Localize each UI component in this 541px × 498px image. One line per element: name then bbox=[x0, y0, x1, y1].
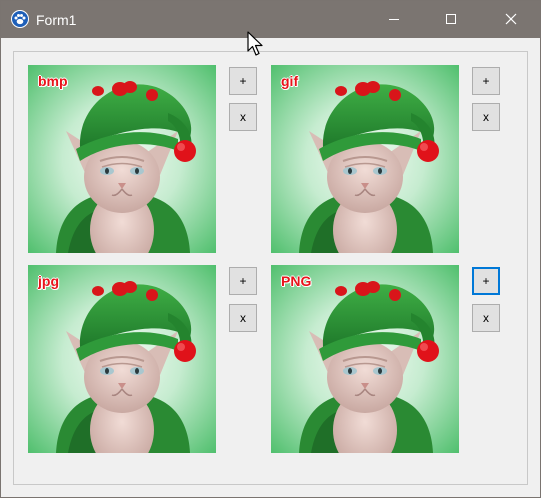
window-title: Form1 bbox=[36, 12, 77, 28]
format-label: PNG bbox=[281, 273, 312, 289]
format-label: gif bbox=[281, 73, 299, 89]
maximize-button[interactable] bbox=[428, 1, 474, 38]
picture-box-png: PNG bbox=[271, 265, 459, 453]
app-window: Form1 bmp + x gif + x jpg + x PNG + x bbox=[0, 0, 541, 498]
sphynx-cat-image bbox=[271, 265, 459, 453]
format-label: jpg bbox=[38, 273, 59, 289]
remove-button-png[interactable]: x bbox=[472, 304, 500, 332]
sphynx-cat-image bbox=[28, 65, 216, 253]
minimize-button[interactable] bbox=[371, 1, 417, 38]
add-button-png[interactable]: + bbox=[472, 267, 500, 295]
minimize-icon bbox=[389, 19, 399, 20]
sphynx-cat-image bbox=[271, 65, 459, 253]
add-button-bmp[interactable]: + bbox=[229, 67, 257, 95]
add-button-gif[interactable]: + bbox=[472, 67, 500, 95]
picture-box-gif: gif bbox=[271, 65, 459, 253]
title-bar[interactable]: Form1 bbox=[1, 1, 540, 38]
maximize-icon bbox=[446, 14, 456, 24]
remove-button-gif[interactable]: x bbox=[472, 103, 500, 131]
remove-button-jpg[interactable]: x bbox=[229, 304, 257, 332]
mouse-cursor-icon bbox=[247, 31, 263, 56]
sphynx-cat-image bbox=[28, 265, 216, 453]
close-button[interactable] bbox=[488, 1, 534, 38]
remove-button-bmp[interactable]: x bbox=[229, 103, 257, 131]
group-box: bmp + x gif + x jpg + x PNG + x bbox=[13, 51, 528, 485]
add-button-jpg[interactable]: + bbox=[229, 267, 257, 295]
picture-box-bmp: bmp bbox=[28, 65, 216, 253]
picture-box-jpg: jpg bbox=[28, 265, 216, 453]
close-icon bbox=[505, 13, 517, 25]
paw-icon bbox=[11, 10, 29, 28]
format-label: bmp bbox=[38, 73, 68, 89]
